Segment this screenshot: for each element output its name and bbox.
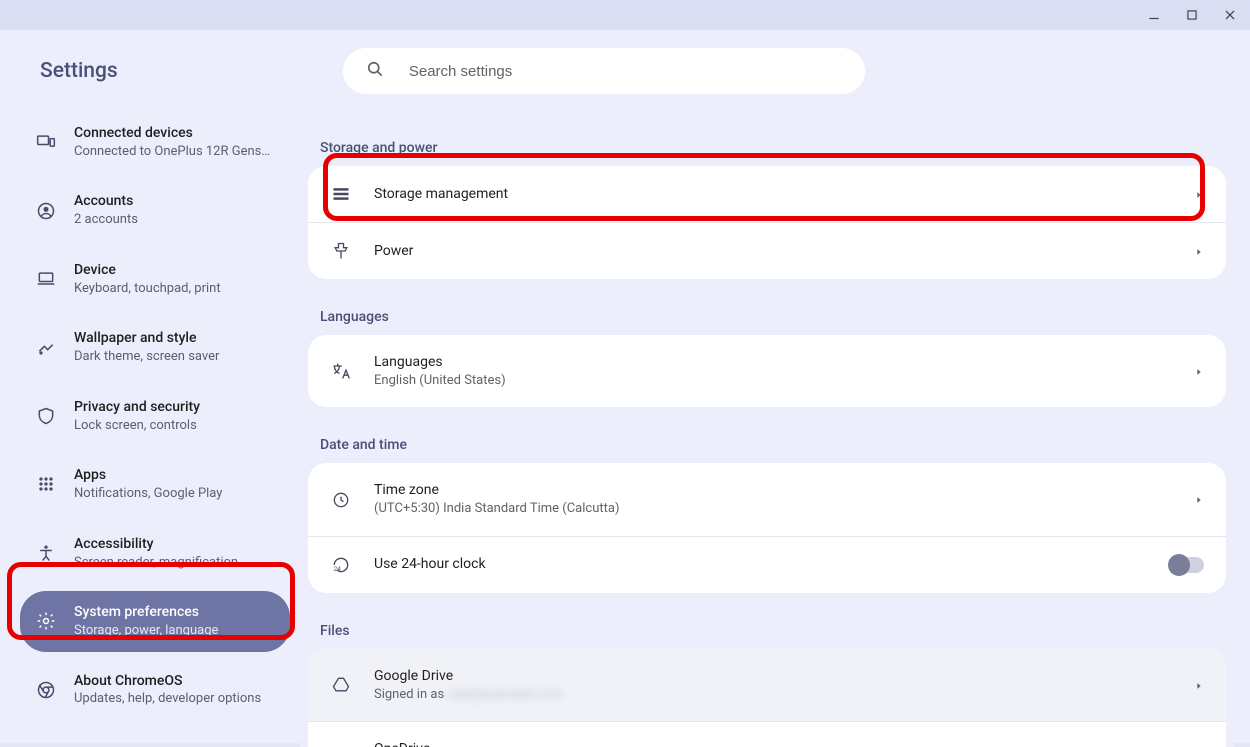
section-title-datetime: Date and time xyxy=(308,411,1226,463)
sidebar-item-privacy[interactable]: Privacy and securityLock screen, control… xyxy=(20,386,290,446)
app-header: Settings xyxy=(0,30,1250,104)
card-languages: LanguagesEnglish (United States) xyxy=(308,335,1226,407)
chevron-right-icon xyxy=(1194,490,1204,509)
row-sub: (UTC+5:30) India Standard Time (Calcutta… xyxy=(374,500,1172,518)
sidebar-item-sub: Updates, help, developer options xyxy=(74,690,261,708)
sidebar: Connected devicesConnected to OnePlus 12… xyxy=(0,104,300,747)
row-24hour-clock[interactable]: 24 Use 24-hour clock xyxy=(308,536,1226,593)
sidebar-item-wallpaper[interactable]: Wallpaper and styleDark theme, screen sa… xyxy=(20,317,290,377)
toggle-24hour[interactable] xyxy=(1170,557,1204,573)
row-sub: English (United States) xyxy=(374,372,1172,390)
clock-icon xyxy=(330,490,352,510)
row-label: Use 24-hour clock xyxy=(374,555,1148,574)
row-power[interactable]: Power xyxy=(308,222,1226,279)
section-title-files: Files xyxy=(308,597,1226,649)
devices-icon xyxy=(36,132,56,152)
sidebar-item-accounts[interactable]: Accounts2 accounts xyxy=(20,180,290,240)
chevron-right-icon xyxy=(1194,185,1204,204)
power-icon xyxy=(330,241,352,261)
sidebar-item-label: Device xyxy=(74,261,221,280)
row-label: Time zone xyxy=(374,481,1172,500)
row-label: Languages xyxy=(374,353,1172,372)
row-languages[interactable]: LanguagesEnglish (United States) xyxy=(308,335,1226,407)
chevron-right-icon xyxy=(1194,242,1204,261)
row-storage-management[interactable]: Storage management xyxy=(308,166,1226,222)
sidebar-item-sub: Keyboard, touchpad, print xyxy=(74,280,221,298)
accessibility-icon xyxy=(36,543,56,563)
sidebar-item-label: Connected devices xyxy=(74,124,270,143)
row-timezone[interactable]: Time zone(UTC+5:30) India Standard Time … xyxy=(308,463,1226,535)
row-label: Storage management xyxy=(374,185,1172,204)
sidebar-item-accessibility[interactable]: AccessibilityScreen reader, magnificatio… xyxy=(20,523,290,583)
close-button[interactable] xyxy=(1220,5,1240,25)
sidebar-item-sub: Screen reader, magnification xyxy=(74,554,238,572)
sidebar-item-sub: Connected to OnePlus 12R Gens… xyxy=(74,143,270,161)
section-title-languages: Languages xyxy=(308,283,1226,335)
sidebar-item-sub: Lock screen, controls xyxy=(74,417,200,435)
row-label: OneDrive xyxy=(374,740,1172,747)
row-onedrive[interactable]: OneDriveAdd your Microsoft account xyxy=(308,721,1226,747)
chevron-right-icon xyxy=(1194,676,1204,695)
sidebar-item-label: Accessibility xyxy=(74,535,238,554)
svg-text:24: 24 xyxy=(334,566,342,573)
sidebar-item-about[interactable]: About ChromeOSUpdates, help, developer o… xyxy=(20,660,290,720)
sidebar-item-sub: Notifications, Google Play xyxy=(74,485,222,503)
sidebar-item-device[interactable]: DeviceKeyboard, touchpad, print xyxy=(20,249,290,309)
clock24-icon: 24 xyxy=(330,555,352,575)
sidebar-item-label: Privacy and security xyxy=(74,398,200,417)
row-sub: Signed in as user@example.com xyxy=(374,686,1172,704)
gear-icon xyxy=(36,611,56,631)
search-icon xyxy=(365,59,385,83)
sidebar-item-label: About ChromeOS xyxy=(74,672,261,691)
drive-icon xyxy=(330,675,352,695)
sidebar-item-sub: 2 accounts xyxy=(74,211,138,229)
sidebar-item-label: Wallpaper and style xyxy=(74,329,219,348)
chevron-right-icon xyxy=(1194,362,1204,381)
apps-icon xyxy=(36,474,56,494)
card-storage-power: Storage management Power xyxy=(308,166,1226,279)
account-icon xyxy=(36,201,56,221)
translate-icon xyxy=(330,361,352,381)
shield-icon xyxy=(36,406,56,426)
section-title-storage: Storage and power xyxy=(308,114,1226,166)
sidebar-item-sub: Dark theme, screen saver xyxy=(74,348,219,366)
sidebar-item-label: Apps xyxy=(74,466,222,485)
search-box[interactable] xyxy=(343,48,865,94)
page-title: Settings xyxy=(40,59,118,83)
minimize-button[interactable] xyxy=(1144,5,1164,25)
chrome-icon xyxy=(36,680,56,700)
sidebar-item-label: Accounts xyxy=(74,192,138,211)
sidebar-item-label: System preferences xyxy=(74,603,218,622)
card-datetime: Time zone(UTC+5:30) India Standard Time … xyxy=(308,463,1226,592)
row-google-drive[interactable]: Google DriveSigned in as user@example.co… xyxy=(308,649,1226,721)
row-label: Google Drive xyxy=(374,667,1172,686)
sidebar-item-system-preferences[interactable]: System preferencesStorage, power, langua… xyxy=(20,591,290,651)
row-label: Power xyxy=(374,242,1172,261)
search-input[interactable] xyxy=(407,62,843,81)
brush-icon xyxy=(36,338,56,358)
sidebar-item-connected-devices[interactable]: Connected devicesConnected to OnePlus 12… xyxy=(20,112,290,172)
storage-icon xyxy=(330,184,352,204)
maximize-button[interactable] xyxy=(1182,5,1202,25)
content-area: Storage and power Storage management Pow… xyxy=(300,104,1250,747)
laptop-icon xyxy=(36,269,56,289)
window-titlebar xyxy=(0,0,1250,30)
sidebar-item-sub: Storage, power, language xyxy=(74,622,218,640)
sidebar-item-apps[interactable]: AppsNotifications, Google Play xyxy=(20,454,290,514)
card-files: Google DriveSigned in as user@example.co… xyxy=(308,649,1226,747)
